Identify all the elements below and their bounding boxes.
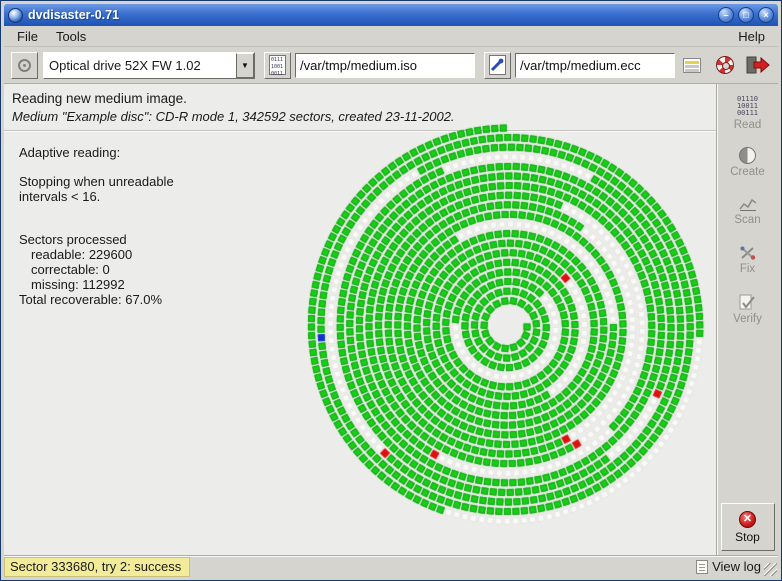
menu-file[interactable]: File <box>8 27 47 46</box>
scan-chart-icon <box>738 198 756 211</box>
reading-work-area: Adaptive reading: Stopping when unreadab… <box>4 117 718 555</box>
menubar: File Tools Help <box>4 26 778 47</box>
stop-x-icon: ✕ <box>739 510 756 528</box>
menu-tools[interactable]: Tools <box>47 27 95 46</box>
sectors-processed-label: Sectors processed <box>19 232 127 247</box>
drive-select-dropdown[interactable]: Optical drive 52X FW 1.02 ▼ <box>43 51 255 79</box>
image-file-picker-button[interactable]: 0111 1001 0011 <box>264 51 291 79</box>
drive-select-value: Optical drive 52X FW 1.02 <box>44 52 236 78</box>
read-binary-icon: 01110 10011 00111 <box>736 94 759 117</box>
main-panel: Reading new medium image. Medium "Exampl… <box>4 84 718 555</box>
view-log-label: View log <box>712 559 761 574</box>
close-button[interactable]: × <box>758 7 774 23</box>
stop-button[interactable]: ✕ Stop <box>720 503 775 551</box>
maximize-button[interactable]: □ <box>738 7 754 23</box>
minimize-button[interactable]: – <box>718 7 734 23</box>
scan-button-label: Scan <box>734 214 761 226</box>
stop-button-label: Stop <box>735 529 760 544</box>
image-file-icon: 0111 1001 0011 <box>269 55 286 77</box>
read-button[interactable]: 01110 10011 00111 Read <box>721 89 775 137</box>
menu-help[interactable]: Help <box>729 27 774 46</box>
disc-icon <box>18 58 31 72</box>
correctable-count: correctable: 0 <box>31 262 110 277</box>
preferences-icon <box>683 57 701 73</box>
preferences-button[interactable] <box>679 52 705 78</box>
ecc-file-picker-button[interactable] <box>484 51 511 79</box>
verify-check-icon <box>739 294 755 309</box>
log-file-icon <box>696 559 709 574</box>
total-recoverable: Total recoverable: 67.0% <box>19 292 163 307</box>
verify-button-label: Verify <box>733 312 762 325</box>
stopping-rule-line2: intervals < 16. <box>19 189 101 204</box>
lifesaver-icon <box>716 56 734 74</box>
app-window: dvdisaster-0.71 – □ × File Tools Help Op… <box>0 0 782 581</box>
ecc-file-icon <box>489 55 506 75</box>
action-sidebar: 01110 10011 00111 Read Create Scan Fix V… <box>716 84 778 555</box>
chevron-down-icon[interactable]: ▼ <box>236 52 254 78</box>
statusbar: Sector 333680, try 2: success View log <box>4 555 778 577</box>
create-button[interactable]: Create <box>721 138 775 186</box>
stopping-rule-line1: Stopping when unreadable <box>19 174 174 189</box>
missing-count: missing: 112992 <box>31 277 125 292</box>
toolbar: Optical drive 52X FW 1.02 ▼ 0111 1001 00… <box>4 47 778 84</box>
create-yinyang-icon <box>739 146 756 164</box>
status-message: Sector 333680, try 2: success <box>4 556 191 577</box>
ecc-file-input[interactable] <box>515 52 675 78</box>
image-file-input[interactable] <box>295 52 475 78</box>
window-title: dvdisaster-0.71 <box>28 8 120 22</box>
read-button-label: Read <box>733 118 762 131</box>
quit-exit-icon <box>746 56 770 74</box>
app-icon <box>8 7 23 23</box>
titlebar[interactable]: dvdisaster-0.71 – □ × <box>4 4 778 26</box>
scan-button[interactable]: Scan <box>721 187 775 235</box>
status-line1: Reading new medium image. <box>12 91 187 106</box>
quit-button[interactable] <box>745 52 771 78</box>
disc-spiral-visualization <box>298 117 718 537</box>
reading-stats: Adaptive reading: Stopping when unreadab… <box>19 145 174 307</box>
create-button-label: Create <box>730 165 765 178</box>
ecc-glyph <box>490 58 504 72</box>
readable-count: readable: 229600 <box>31 247 133 262</box>
fix-button[interactable]: Fix <box>721 236 775 284</box>
fix-tools-icon <box>740 246 755 260</box>
verify-button[interactable]: Verify <box>721 285 775 333</box>
drive-eject-button[interactable] <box>11 51 38 79</box>
resize-grip[interactable] <box>764 563 777 576</box>
help-button[interactable] <box>712 52 738 78</box>
fix-button-label: Fix <box>739 263 756 275</box>
adaptive-reading-label: Adaptive reading: <box>19 145 121 160</box>
